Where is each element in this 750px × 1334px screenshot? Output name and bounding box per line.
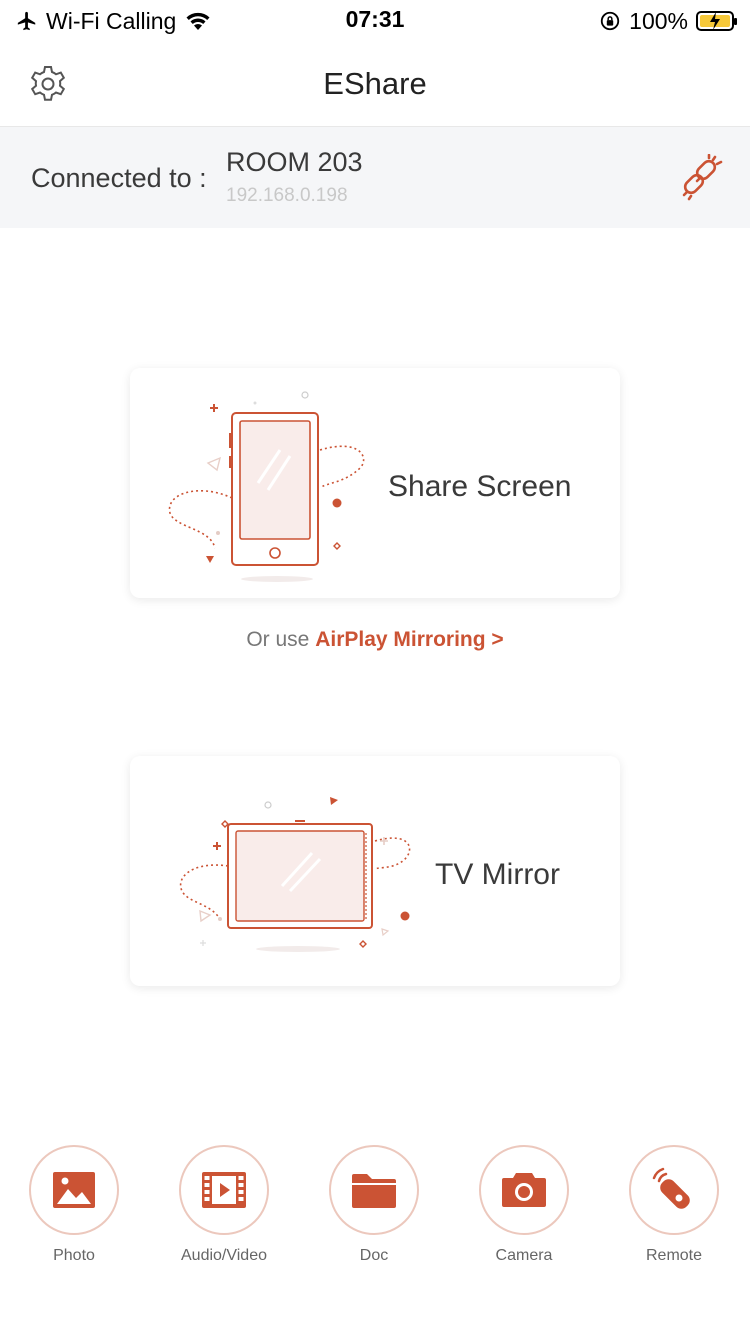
bottom-toolbar: Photo Audio/Video Doc Camera Remote [0, 1145, 750, 1275]
connected-to-label: Connected to : [31, 163, 207, 193]
disconnect-link-icon[interactable] [678, 154, 726, 202]
doc-circle[interactable] [329, 1145, 419, 1235]
airplay-prefix: Or use [246, 628, 310, 651]
battery-percent: 100% [629, 7, 688, 34]
remote-button[interactable]: Remote [629, 1145, 719, 1265]
camera-icon [502, 1173, 546, 1207]
camera-label: Camera [495, 1247, 553, 1264]
ip-address: 192.168.0.198 [226, 185, 348, 206]
folder-icon [352, 1174, 396, 1208]
photo-circle[interactable] [29, 1145, 119, 1235]
share-screen-card[interactable]: Share Screen [130, 368, 620, 598]
status-bar: Wi-Fi Calling 07:31 100% [0, 0, 750, 40]
photo-icon [53, 1172, 95, 1208]
photo-label: Photo [53, 1247, 95, 1264]
remote-label: Remote [645, 1247, 703, 1264]
phone-illustration-icon [168, 391, 365, 582]
doc-button[interactable]: Doc [329, 1145, 419, 1265]
tv-mirror-label: TV Mirror [435, 858, 560, 891]
tv-mirror-card[interactable]: TV Mirror [130, 756, 620, 986]
connection-bar: Connected to : ROOM 203 192.168.0.198 [0, 127, 750, 228]
airplay-hint: Or use AirPlay Mirroring > [0, 628, 750, 652]
film-icon [202, 1172, 246, 1208]
room-name: ROOM 203 [226, 147, 363, 177]
audio-video-button[interactable]: Audio/Video [179, 1145, 269, 1265]
tv-illustration-icon [179, 797, 411, 952]
status-right: 100% [599, 6, 737, 36]
audio-video-label: Audio/Video [181, 1247, 267, 1264]
doc-label: Doc [359, 1247, 389, 1264]
remote-circle[interactable] [629, 1145, 719, 1235]
airplay-mirroring-link[interactable]: AirPlay Mirroring > [315, 628, 503, 651]
nav-bar: EShare [0, 40, 750, 127]
orientation-lock-icon [601, 11, 620, 31]
remote-control-icon [652, 1167, 690, 1209]
camera-circle[interactable] [479, 1145, 569, 1235]
camera-button[interactable]: Camera [479, 1145, 569, 1265]
share-screen-label: Share Screen [388, 470, 572, 503]
battery-icon [696, 11, 737, 31]
page-title: EShare [323, 66, 427, 101]
photo-button[interactable]: Photo [29, 1145, 119, 1265]
audio-video-circle[interactable] [179, 1145, 269, 1235]
